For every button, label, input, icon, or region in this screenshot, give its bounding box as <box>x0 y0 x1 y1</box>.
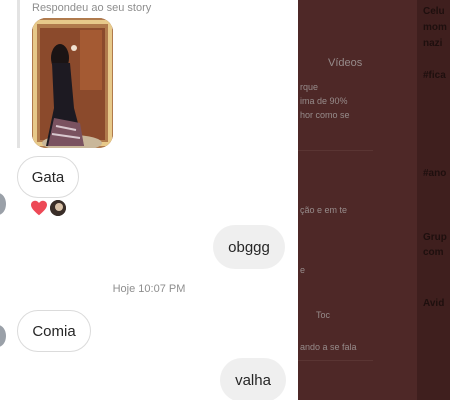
message-bubble-sent: valha <box>220 358 286 400</box>
background-text: ando a se fala <box>300 342 357 352</box>
story-photo <box>32 18 113 148</box>
sender-avatar[interactable] <box>0 193 6 215</box>
side-panel-item: #ano <box>423 168 447 179</box>
message-bubble-received: Comia <box>17 310 91 352</box>
side-panel-item: #fica <box>423 70 446 81</box>
message-text: Gata <box>31 168 65 186</box>
side-panel-item: mom <box>423 22 447 33</box>
message-text: obggg <box>228 238 270 256</box>
message-text: valha <box>235 371 271 389</box>
story-reply-line <box>17 0 20 148</box>
background-divider <box>298 360 373 361</box>
chat-thread: Respondeu ao seu story Gata obggg Hoje 1… <box>0 0 298 400</box>
background-text: Toc <box>316 310 331 320</box>
background-text: ima de 90% <box>300 96 348 106</box>
side-panel-item: Celu <box>423 6 445 17</box>
side-panel-item: com <box>423 247 444 258</box>
message-reactions[interactable] <box>30 200 66 216</box>
side-panel <box>417 0 450 400</box>
background-text: e <box>300 265 306 275</box>
background-text: ção e em te <box>300 205 348 215</box>
background-text: rque <box>300 82 319 92</box>
message-text: Comia <box>32 322 76 340</box>
message-timestamp: Hoje 10:07 PM <box>112 283 186 295</box>
sender-avatar[interactable] <box>0 325 6 347</box>
heart-reaction-icon <box>31 200 47 216</box>
background-divider <box>298 150 373 151</box>
side-panel-item: Avid <box>423 298 445 309</box>
story-thumbnail[interactable] <box>32 18 113 148</box>
message-bubble-sent: obggg <box>213 225 285 269</box>
reactor-avatar <box>50 200 66 216</box>
story-reply-caption: Respondeu ao seu story <box>32 2 152 14</box>
background-videos-label: Vídeos <box>328 57 363 69</box>
side-panel-item: Grup <box>423 232 447 243</box>
message-bubble-received: Gata <box>17 156 79 198</box>
background-text: hor como se <box>300 110 350 120</box>
side-panel-item: nazi <box>423 38 443 49</box>
